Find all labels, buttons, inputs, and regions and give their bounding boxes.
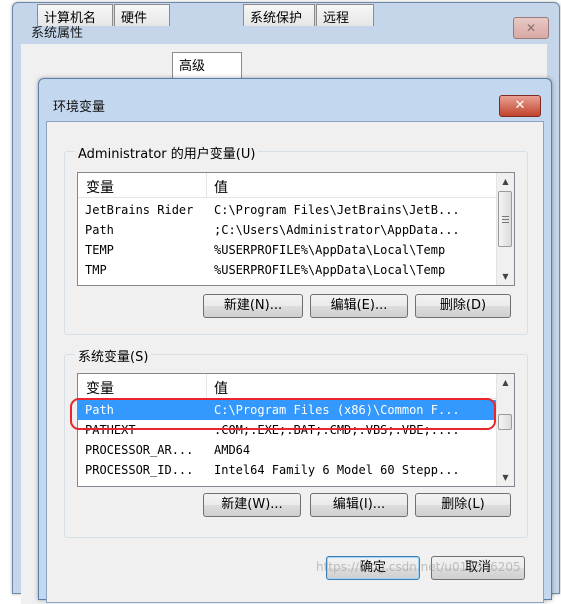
close-icon: ✕: [514, 98, 526, 113]
variable-name: PROCESSOR_ID...: [85, 463, 194, 477]
variable-name: TMP: [85, 263, 107, 277]
tab-advanced[interactable]: 高级: [172, 52, 242, 78]
system-new-button[interactable]: 新建(W)...: [203, 493, 301, 517]
column-separator[interactable]: [206, 173, 207, 197]
table-row[interactable]: PROCESSOR_AR... AMD64: [78, 440, 496, 460]
user-variables-legend: Administrator 的用户变量(U): [75, 143, 259, 162]
environment-variables-dialog: 环境变量 ✕ Administrator 的用户变量(U) 变量 值 JetBr…: [38, 78, 552, 603]
variable-name: PROCESSOR_AR...: [85, 443, 194, 457]
column-header-value[interactable]: 值: [214, 378, 228, 398]
user-variables-list[interactable]: 变量 值 JetBrains Rider C:\Program Files\Je…: [77, 172, 515, 286]
column-separator[interactable]: [206, 374, 207, 398]
system-delete-button[interactable]: 删除(L): [415, 493, 511, 517]
variable-name: TEMP: [85, 243, 114, 257]
tab-remote[interactable]: 远程: [316, 4, 374, 26]
tab-computer-name[interactable]: 计算机名: [37, 4, 113, 26]
dialog-close-button[interactable]: ✕: [499, 95, 541, 117]
user-new-button[interactable]: 新建(N)...: [203, 294, 303, 318]
tab-hardware[interactable]: 硬件: [114, 4, 170, 26]
variable-value: C:\Program Files\JetBrains\JetB...: [214, 203, 460, 217]
table-row[interactable]: Path ;C:\Users\Administrator\AppData...: [78, 220, 496, 240]
path-row-highlight-ring: [70, 398, 496, 430]
user-variables-group: Administrator 的用户变量(U) 变量 值 JetBrains Ri…: [64, 143, 528, 335]
table-row[interactable]: JetBrains Rider C:\Program Files\JetBrai…: [78, 200, 496, 220]
user-delete-button[interactable]: 删除(D): [415, 294, 511, 318]
variable-value: %USERPROFILE%\AppData\Local\Temp: [214, 243, 446, 257]
system-variables-group: 系统变量(S) 变量 值 Path C:\Program Files (x86)…: [64, 346, 528, 538]
variable-name: Path: [85, 223, 114, 237]
column-header-value[interactable]: 值: [214, 177, 228, 197]
scroll-down-arrow-icon[interactable]: ▼: [497, 268, 514, 285]
scrollbar-thumb[interactable]: [498, 414, 512, 430]
variable-value: %USERPROFILE%\AppData\Local\Temp: [214, 263, 446, 277]
table-row[interactable]: TMP %USERPROFILE%\AppData\Local\Temp: [78, 260, 496, 280]
variable-value: ;C:\Users\Administrator\AppData...: [214, 223, 460, 237]
dialog-body: Administrator 的用户变量(U) 变量 值 JetBrains Ri…: [46, 121, 544, 603]
scroll-up-arrow-icon[interactable]: ▲: [497, 173, 514, 190]
system-edit-button[interactable]: 编辑(I)...: [310, 493, 408, 517]
column-header-variable[interactable]: 变量: [86, 378, 114, 398]
list-header: 变量 值: [78, 374, 496, 399]
scroll-down-arrow-icon[interactable]: ▼: [497, 469, 514, 486]
system-variables-list[interactable]: 变量 值 Path C:\Program Files (x86)\Common …: [77, 373, 515, 487]
table-row[interactable]: PROCESSOR_ID... Intel64 Family 6 Model 6…: [78, 460, 496, 480]
dialog-title: 环境变量: [53, 100, 106, 115]
scroll-up-arrow-icon[interactable]: ▲: [497, 374, 514, 391]
watermark-text: https://blog.csdn.net/u013346205: [316, 560, 521, 574]
list-header: 变量 值: [78, 173, 496, 198]
variable-value: Intel64 Family 6 Model 60 Stepp...: [214, 463, 460, 477]
user-edit-button[interactable]: 编辑(E)...: [310, 294, 408, 318]
vertical-scrollbar[interactable]: ▲ ▼: [496, 173, 514, 285]
scrollbar-thumb[interactable]: [498, 191, 512, 247]
system-variables-legend: 系统变量(S): [75, 346, 152, 365]
variable-name: JetBrains Rider: [85, 203, 194, 217]
column-header-variable[interactable]: 变量: [86, 177, 114, 197]
variable-value: AMD64: [214, 443, 251, 457]
table-row[interactable]: TEMP %USERPROFILE%\AppData\Local\Temp: [78, 240, 496, 260]
tab-system-protection[interactable]: 系统保护: [243, 4, 315, 26]
outer-close-button[interactable]: ✕: [513, 17, 549, 39]
vertical-scrollbar[interactable]: ▲ ▼: [496, 374, 514, 486]
